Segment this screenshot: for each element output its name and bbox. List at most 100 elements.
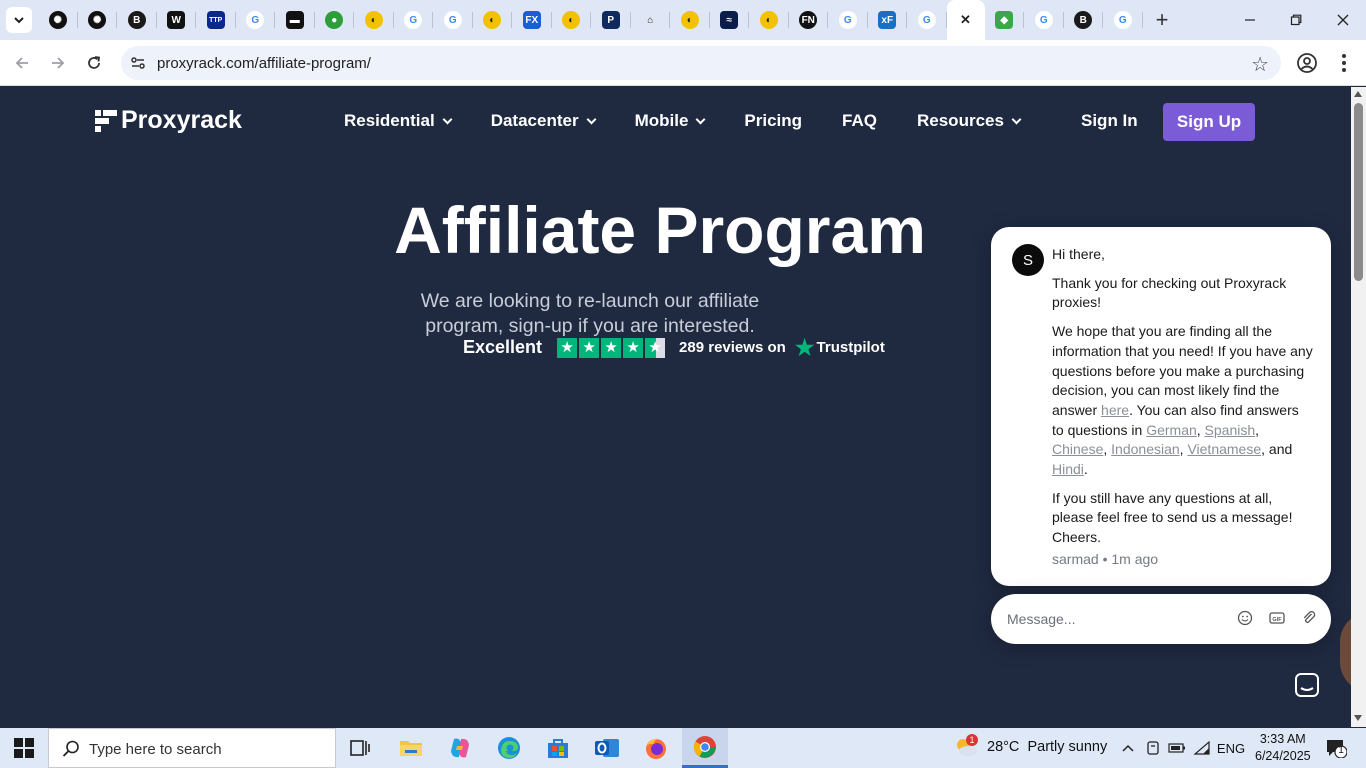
language-indicator[interactable]: ENG (1217, 738, 1245, 758)
browser-menu-icon[interactable] (1340, 52, 1348, 74)
browser-tab[interactable]: ◐ (473, 0, 513, 40)
nav-item-resources[interactable]: Resources (917, 111, 1022, 131)
browser-tab[interactable]: FX (512, 0, 552, 40)
taskbar-clock[interactable]: 3:33 AM 6/24/2025 (1255, 731, 1311, 765)
scroll-down-icon[interactable] (1354, 715, 1362, 721)
browser-tab[interactable]: P (591, 0, 631, 40)
browser-tab[interactable]: ✺ (38, 0, 78, 40)
firefox-icon[interactable] (642, 734, 670, 762)
browser-tab[interactable]: ◐ (670, 0, 710, 40)
browser-tab[interactable]: ◐ (552, 0, 592, 40)
chat-launcher-button[interactable] (1285, 663, 1329, 707)
task-view-icon[interactable] (346, 734, 374, 762)
emoji-icon[interactable] (1236, 609, 1254, 627)
b-logo-icon: B (1074, 11, 1093, 29)
nav-item-datacenter[interactable]: Datacenter (490, 111, 597, 131)
battery-icon[interactable] (1168, 738, 1186, 758)
chrome-taskbar-icon[interactable] (682, 728, 728, 768)
notification-center-icon[interactable]: 1 (1325, 738, 1348, 759)
attachment-icon[interactable] (1300, 609, 1318, 627)
browser-tab[interactable]: B (1064, 0, 1104, 40)
chat-lang-link-indonesian[interactable]: Indonesian (1111, 441, 1180, 457)
browser-tab[interactable]: ● (315, 0, 355, 40)
restore-button[interactable] (1273, 0, 1319, 40)
browser-tab[interactable]: ▬ (275, 0, 315, 40)
nav-item-label: Residential (344, 111, 435, 130)
chat-lang-link-vietnamese[interactable]: Vietnamese (1187, 441, 1261, 457)
browser-tab[interactable]: ≈ (710, 0, 750, 40)
browser-tab[interactable]: B (117, 0, 157, 40)
windows-start-icon[interactable] (14, 738, 34, 758)
forward-button[interactable] (46, 51, 70, 75)
browser-tab[interactable]: G (828, 0, 868, 40)
wifi-icon[interactable] (1193, 738, 1211, 758)
browser-tab[interactable]: G (394, 0, 434, 40)
chat-link-here[interactable]: here (1101, 402, 1129, 418)
browser-tab[interactable]: W (157, 0, 197, 40)
tab-search-button[interactable] (6, 7, 32, 33)
house-logo-icon: ⌂ (641, 11, 660, 29)
nav-item-pricing[interactable]: Pricing (744, 111, 802, 131)
new-tab-button[interactable]: + (1150, 7, 1174, 32)
site-info-icon[interactable] (129, 54, 147, 72)
browser-tab[interactable]: TTP (196, 0, 236, 40)
nav-item-label: Datacenter (490, 111, 579, 130)
browser-tab[interactable]: G (1103, 0, 1143, 40)
back-button[interactable] (10, 51, 34, 75)
page-scrollbar[interactable] (1351, 87, 1366, 727)
browser-tab[interactable]: G (907, 0, 947, 40)
edge-icon[interactable] (495, 734, 523, 762)
minimize-icon (1245, 19, 1255, 21)
chat-lang-link-german[interactable]: German (1146, 422, 1197, 438)
weather-partly-sunny-icon: 1 (953, 734, 979, 758)
browser-tab[interactable]: ◐ (354, 0, 394, 40)
chat-message-body: Hi there, Thank you for checking out Pro… (1052, 245, 1314, 570)
url-text[interactable]: proxyrack.com/affiliate-program/ (157, 55, 371, 72)
profile-icon[interactable] (1296, 52, 1318, 74)
address-bar[interactable]: proxyrack.com/affiliate-program/ ☆ (121, 46, 1281, 80)
browser-tab[interactable]: ◆ (985, 0, 1025, 40)
proxyrack-logo[interactable]: Proxyrack (95, 106, 242, 135)
nav-item-residential[interactable]: Residential (344, 111, 453, 131)
browser-tab[interactable]: ✺ (78, 0, 118, 40)
weather-widget[interactable]: 1 28°C Partly sunny (953, 734, 1107, 758)
meet-now-icon[interactable] (1145, 738, 1161, 758)
chat-lang-link-spanish[interactable]: Spanish (1205, 422, 1256, 438)
close-icon[interactable]: ✕ (956, 11, 975, 29)
chat-lang-link-chinese[interactable]: Chinese (1052, 441, 1103, 457)
tray-chevron-up-icon[interactable] (1120, 738, 1136, 758)
outlook-icon[interactable] (593, 734, 621, 762)
google-icon: G (1113, 11, 1132, 29)
sign-in-link[interactable]: Sign In (1081, 111, 1138, 131)
minimize-button[interactable] (1227, 0, 1273, 40)
trustpilot-widget[interactable]: Excellent ★ ★ ★ ★ ★ 289 reviews on ★ Trustpi… (463, 336, 885, 358)
star-icon: ★ (579, 337, 600, 358)
reload-button[interactable] (82, 51, 106, 75)
browser-tab[interactable]: ◐ (749, 0, 789, 40)
chat-icon (1295, 673, 1319, 697)
tab-active[interactable]: ✕ (946, 0, 985, 40)
browser-tab[interactable]: G (236, 0, 276, 40)
browser-tab[interactable]: ⌂ (631, 0, 671, 40)
nav-item-faq[interactable]: FAQ (842, 111, 877, 131)
close-window-button[interactable] (1320, 0, 1366, 40)
nav-item-mobile[interactable]: Mobile (635, 111, 706, 131)
microsoft-store-icon[interactable] (544, 734, 572, 762)
browser-tab[interactable]: G (433, 0, 473, 40)
copilot-icon[interactable] (446, 734, 474, 762)
arrow-left-icon (15, 57, 28, 69)
bookmark-star-icon[interactable]: ☆ (1251, 52, 1269, 77)
gif-icon[interactable]: GIF (1268, 609, 1286, 627)
scroll-up-icon[interactable] (1354, 91, 1362, 97)
sign-up-button[interactable]: Sign Up (1163, 103, 1255, 141)
taskbar-search-box[interactable]: Type here to search (48, 728, 336, 768)
browser-tab[interactable]: xF (868, 0, 908, 40)
browser-tab[interactable]: FN (789, 0, 829, 40)
browser-tab[interactable]: G (1024, 0, 1064, 40)
webpage: Proxyrack Residential Datacenter Mobile Pri… (0, 87, 1351, 727)
scroll-thumb[interactable] (1354, 103, 1363, 281)
file-explorer-icon[interactable] (397, 734, 425, 762)
chat-message-input[interactable] (1007, 608, 1217, 630)
chat-lang-link-hindi[interactable]: Hindi (1052, 461, 1084, 477)
green-shield-icon: ◆ (995, 11, 1014, 29)
